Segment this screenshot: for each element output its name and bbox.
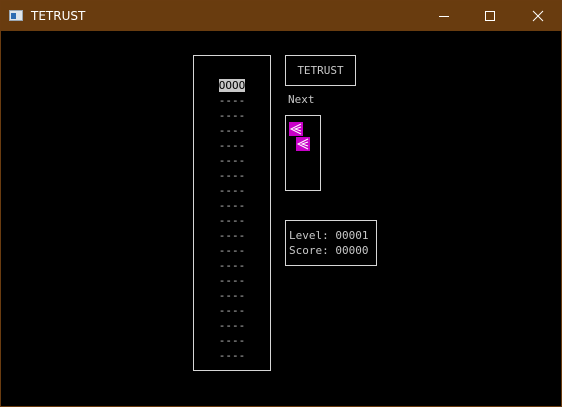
playfield-row: ----: [194, 198, 270, 213]
playfield: OOOO ---- ---- ---- ---- ---- ---- ---- ---- ----…: [193, 55, 271, 371]
block-pattern-icon: [289, 123, 302, 135]
playfield-row: ----: [194, 138, 270, 153]
playfield-row: ----: [194, 273, 270, 288]
playfield-row: ----: [194, 243, 270, 258]
empty-row-cells: ----: [218, 349, 246, 362]
maximize-icon: [485, 11, 495, 21]
empty-row-cells: ----: [218, 274, 246, 287]
empty-row-cells: ----: [218, 259, 246, 272]
minimize-icon: [439, 16, 449, 17]
playfield-row: ----: [194, 93, 270, 108]
playfield-row: ----: [194, 153, 270, 168]
block-pattern-icon: [296, 138, 309, 150]
empty-row-cells: ----: [218, 304, 246, 317]
game-title: TETRUST: [297, 64, 344, 77]
playfield-row: ----: [194, 108, 270, 123]
playfield-row: ----: [194, 183, 270, 198]
stats-panel: Level: 00001 Score: 00000: [285, 220, 377, 266]
playfield-row: ----: [194, 123, 270, 138]
empty-row-cells: ----: [218, 154, 246, 167]
next-piece-block: [296, 137, 310, 151]
empty-row-cells: ----: [218, 229, 246, 242]
empty-row-cells: ----: [218, 214, 246, 227]
score-value: 00000: [335, 244, 369, 257]
maximize-button[interactable]: [467, 1, 513, 31]
empty-row-cells: ----: [218, 109, 246, 122]
playfield-row: ----: [194, 333, 270, 348]
empty-row-cells: ----: [218, 139, 246, 152]
level-label: Level:: [289, 229, 329, 242]
playfield-row: ----: [194, 303, 270, 318]
empty-row-cells: ----: [218, 124, 246, 137]
empty-row-cells: ----: [218, 169, 246, 182]
empty-row-cells: ----: [218, 334, 246, 347]
empty-row-cells: ----: [218, 94, 246, 107]
minimize-button[interactable]: [421, 1, 467, 31]
title-bar[interactable]: TETRUST: [1, 1, 561, 31]
game-title-box: TETRUST: [285, 55, 356, 86]
playfield-row: ----: [194, 228, 270, 243]
playfield-row: ----: [194, 258, 270, 273]
empty-row-cells: ----: [218, 199, 246, 212]
empty-row-cells: ----: [218, 184, 246, 197]
score-label: Score:: [289, 244, 329, 257]
close-icon: [532, 10, 544, 22]
next-label: Next: [288, 93, 315, 106]
empty-row-cells: ----: [218, 289, 246, 302]
app-icon[interactable]: [9, 10, 23, 21]
game-area[interactable]: OOOO ---- ---- ---- ---- ---- ---- ---- ---- ----…: [1, 31, 561, 406]
playfield-row: ----: [194, 348, 270, 363]
playfield-row: ----: [194, 318, 270, 333]
level-value: 00001: [335, 229, 369, 242]
playfield-row: ----: [194, 168, 270, 183]
playfield-rows: OOOO ---- ---- ---- ---- ---- ---- ---- ---- ----…: [194, 78, 270, 363]
next-piece-block: [289, 122, 303, 136]
window-title: TETRUST: [31, 9, 86, 23]
close-button[interactable]: [515, 1, 561, 31]
tetrust-window: TETRUST OOOO ---- ---- ---- ---- ---- ---- ----…: [0, 0, 562, 407]
playfield-row: ----: [194, 213, 270, 228]
empty-row-cells: ----: [218, 319, 246, 332]
active-piece: OOOO: [218, 79, 246, 92]
next-piece-preview: [285, 115, 321, 191]
level-readout: Level: 00001: [289, 229, 369, 243]
playfield-row: OOOO: [194, 78, 270, 93]
score-readout: Score: 00000: [289, 244, 369, 258]
playfield-row: ----: [194, 288, 270, 303]
empty-row-cells: ----: [218, 244, 246, 257]
